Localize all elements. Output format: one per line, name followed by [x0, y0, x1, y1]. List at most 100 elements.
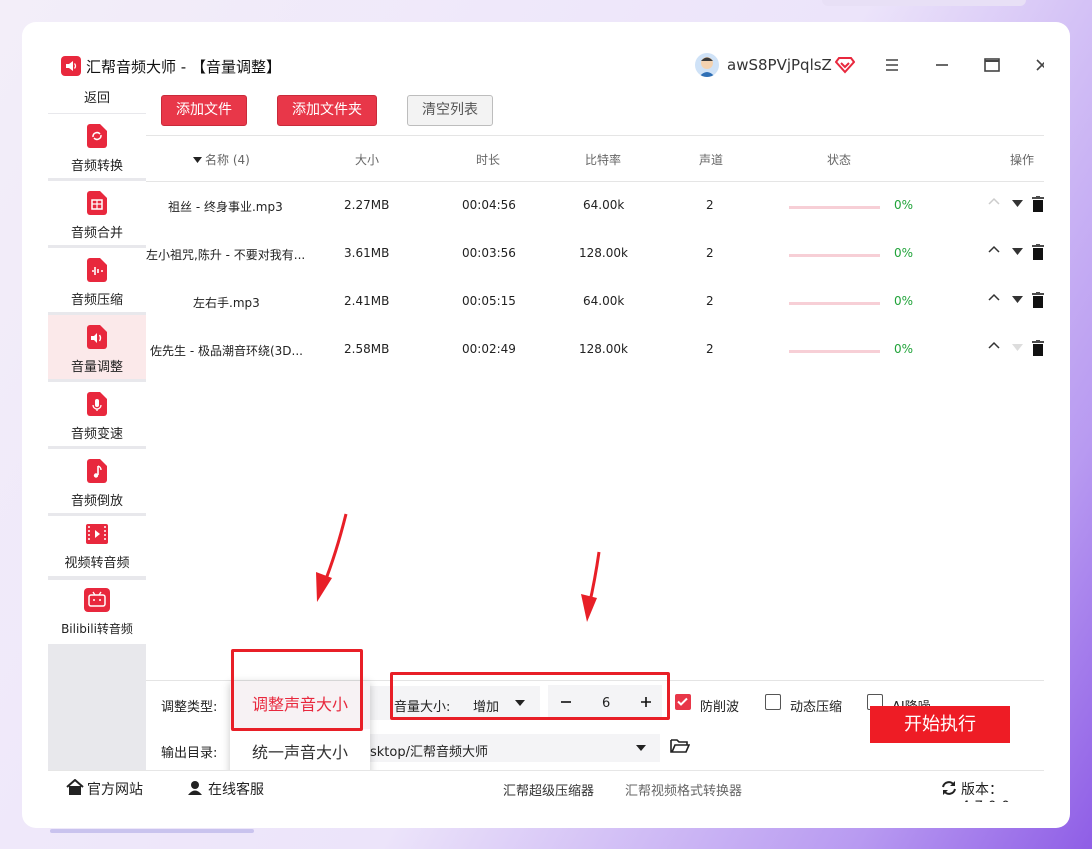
minimize-icon[interactable] [930, 53, 954, 77]
folder-open-icon[interactable] [670, 738, 690, 754]
refresh-icon[interactable] [941, 780, 957, 796]
sidebar-item-label: 音频变速 [70, 427, 123, 442]
file-name: 祖丝 - 终身事业.mp3 [168, 200, 283, 214]
progress-text: 0% [894, 342, 914, 356]
audio-compress-icon [87, 258, 107, 282]
compressor-link[interactable]: 汇帮超级压缩器 [503, 780, 594, 799]
clear-list-button[interactable]: 清空列表 [407, 95, 493, 126]
sidebar: 返回 音频转换 音频合并 音频压缩 音量调整 音频变速 音频倒放 视频转音频 B… [48, 85, 146, 775]
file-channels: 2 [706, 342, 714, 356]
progress-text: 0% [894, 246, 914, 260]
move-down-icon[interactable] [1012, 248, 1023, 255]
file-bitrate: 128.00k [579, 342, 628, 356]
close-icon[interactable] [1030, 53, 1044, 77]
sidebar-item-audio-reverse[interactable]: 音频倒放 [48, 449, 146, 513]
sidebar-item-bilibili[interactable]: Bilibili转音频 [48, 580, 146, 644]
window-title: 汇帮音频大师 - 【音量调整】 [86, 58, 281, 76]
sidebar-item-video-to-audio[interactable]: 视频转音频 [48, 516, 146, 576]
column-channels: 声道 [699, 153, 724, 167]
sidebar-item-label: 音频合并 [70, 226, 123, 241]
anti-clip-checkbox[interactable] [675, 694, 691, 710]
home-icon[interactable] [66, 779, 84, 795]
checkmark-icon [677, 697, 688, 706]
file-channels: 2 [706, 198, 714, 212]
support-link[interactable]: 在线客服 [208, 779, 264, 799]
delete-icon[interactable] [1032, 340, 1044, 356]
adjust-type-label: 调整类型: [161, 700, 218, 715]
table-row[interactable]: 左右手.mp3 2.41MB 00:05:15 64.00k 2 0% [146, 279, 1044, 327]
column-size: 大小 [355, 153, 380, 167]
sidebar-item-audio-merge[interactable]: 音频合并 [48, 181, 146, 245]
sidebar-item-audio-speed[interactable]: 音频变速 [48, 382, 146, 446]
sidebar-item-label: 音频压缩 [70, 293, 123, 308]
move-up-icon [988, 197, 1000, 205]
footer-bar: 官方网站 在线客服 汇帮超级压缩器 汇帮视频格式转换器 版本：4.7.0.0 [48, 770, 1044, 802]
dynamic-compress-label[interactable]: 动态压缩 [790, 696, 842, 715]
progress-bar [789, 302, 880, 305]
dynamic-compress-checkbox[interactable] [765, 694, 781, 710]
file-bitrate: 128.00k [579, 246, 628, 260]
delete-icon[interactable] [1032, 244, 1044, 260]
menu-icon[interactable] [880, 53, 904, 77]
file-table-header: 名称 (4) 大小 时长 比特率 声道 状态 操作 [146, 135, 1044, 182]
app-window: 汇帮音频大师 - 【音量调整】 awS8PVjPqlsZ 返回 音频转换 音频合… [48, 45, 1044, 802]
column-name[interactable]: 名称 (4) [205, 151, 250, 168]
progress-bar [789, 206, 880, 209]
progress-text: 0% [894, 294, 914, 308]
file-duration: 00:04:56 [462, 198, 516, 212]
file-name: 左右手.mp3 [193, 296, 260, 310]
website-link[interactable]: 官方网站 [87, 779, 143, 799]
audio-speed-icon [87, 392, 107, 416]
add-file-button[interactable]: 添加文件 [161, 95, 247, 126]
video-converter-link[interactable]: 汇帮视频格式转换器 [625, 780, 742, 799]
move-down-icon[interactable] [1012, 200, 1023, 207]
progress-text: 0% [894, 198, 914, 212]
audio-convert-icon [87, 124, 107, 148]
file-size: 3.61MB [344, 246, 390, 260]
sidebar-item-label: 音频转换 [70, 159, 123, 174]
column-actions: 操作 [1010, 153, 1035, 167]
move-down-icon[interactable] [1012, 296, 1023, 303]
back-button[interactable]: 返回 [48, 85, 146, 113]
chevron-down-icon[interactable] [636, 745, 646, 751]
volume-adjust-icon [87, 325, 107, 349]
app-logo-icon [61, 56, 81, 76]
move-up-icon[interactable] [988, 340, 1000, 352]
sidebar-item-label: 音量调整 [70, 360, 123, 375]
move-down-icon [1012, 344, 1023, 351]
sort-down-icon[interactable] [193, 157, 202, 163]
table-row[interactable]: 佐先生 - 极品潮音环绕(3D... 2.58MB 00:02:49 128.0… [146, 327, 1044, 375]
column-duration: 时长 [476, 153, 501, 167]
move-up-icon[interactable] [988, 244, 1000, 256]
maximize-icon[interactable] [980, 53, 1004, 77]
sidebar-item-audio-convert[interactable]: 音频转换 [48, 114, 146, 178]
start-button[interactable]: 开始执行 [870, 706, 1010, 743]
annotation-box-volume [390, 672, 670, 720]
sidebar-item-label: 视频转音频 [64, 556, 130, 571]
vip-diamond-icon[interactable] [835, 54, 855, 74]
add-folder-button[interactable]: 添加文件夹 [277, 95, 377, 126]
file-duration: 00:03:56 [462, 246, 516, 260]
audio-reverse-icon [87, 459, 107, 483]
file-duration: 00:02:49 [462, 342, 516, 356]
delete-icon[interactable] [1032, 196, 1044, 212]
progress-bar [789, 350, 880, 353]
username[interactable]: awS8PVjPqlsZ [727, 56, 832, 74]
file-duration: 00:05:15 [462, 294, 516, 308]
file-size: 2.58MB [344, 342, 390, 356]
background-tab-hint [822, 0, 1026, 6]
table-row[interactable]: 祖丝 - 终身事业.mp3 2.27MB 00:04:56 64.00k 2 0… [146, 183, 1044, 231]
table-row[interactable]: 左小祖咒,陈升 - 不要对我有... 3.61MB 00:03:56 128.0… [146, 231, 1044, 279]
title-bar: 汇帮音频大师 - 【音量调整】 awS8PVjPqlsZ [48, 45, 1044, 85]
version-text: 版本：4.7.0.0 [961, 782, 1010, 802]
headset-icon[interactable] [187, 779, 203, 795]
delete-icon[interactable] [1032, 292, 1044, 308]
progress-bar [789, 254, 880, 257]
sidebar-item-volume-adjust[interactable]: 音量调整 [48, 315, 146, 379]
sidebar-item-audio-compress[interactable]: 音频压缩 [48, 248, 146, 312]
anti-clip-label[interactable]: 防削波 [700, 696, 739, 715]
file-size: 2.27MB [344, 198, 390, 212]
avatar[interactable] [695, 53, 719, 77]
move-up-icon[interactable] [988, 292, 1000, 304]
annotation-arrow-left [316, 513, 348, 602]
